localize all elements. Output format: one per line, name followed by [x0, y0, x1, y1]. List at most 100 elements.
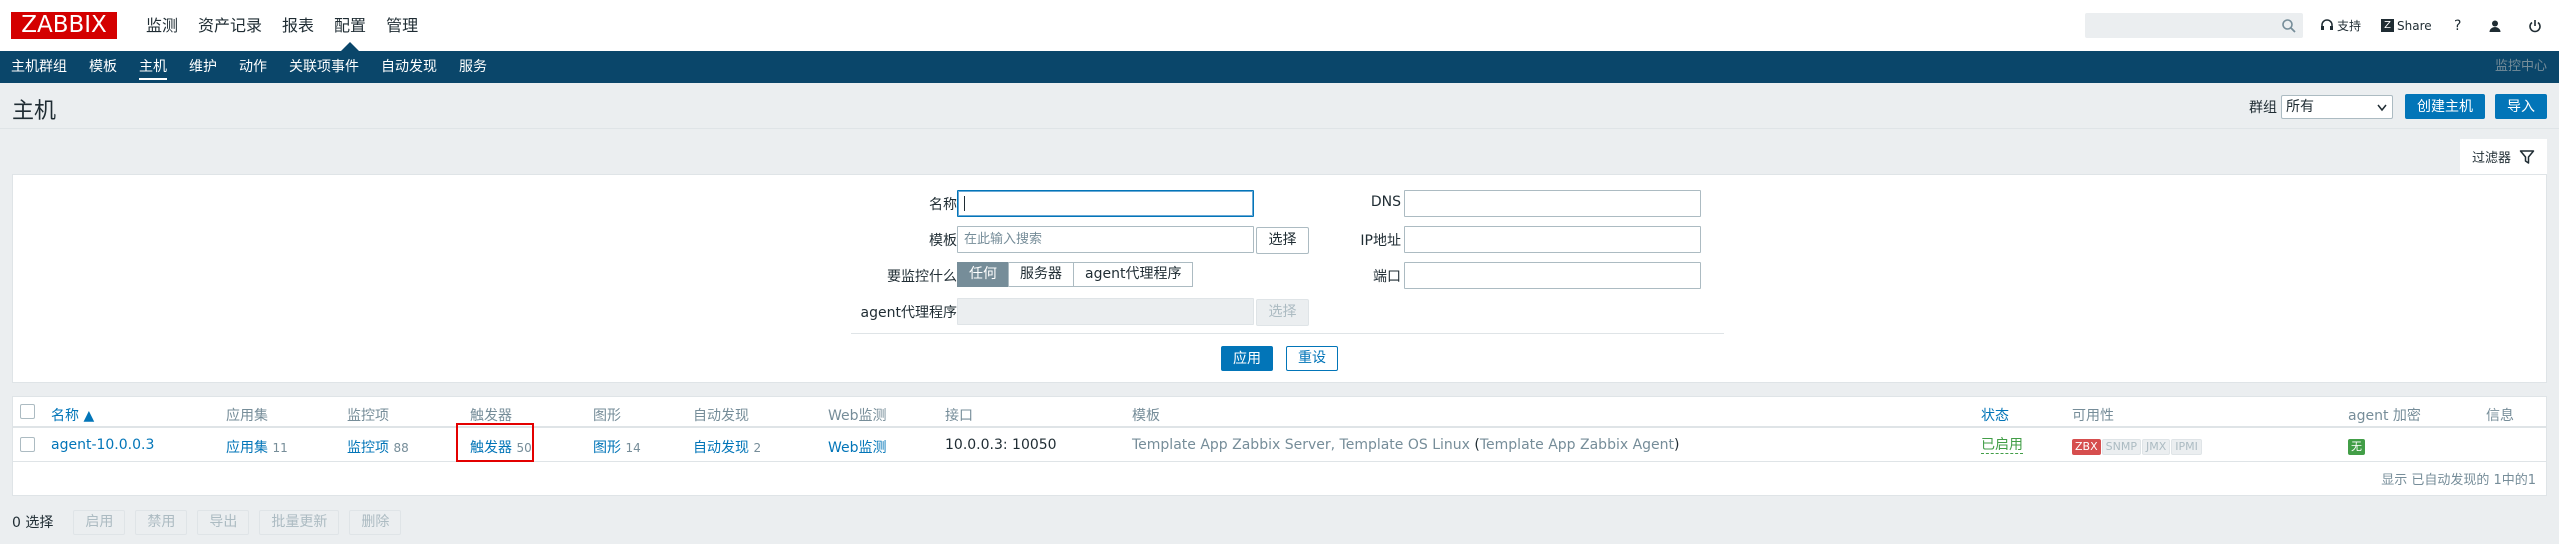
host-name[interactable]: agent-10.0.0.3 [51, 437, 154, 453]
share-label: Share [2397, 18, 2432, 33]
discovery-count: 2 [753, 441, 762, 455]
group-select[interactable]: 所有 [2281, 94, 2393, 119]
select-all-checkbox[interactable] [20, 404, 35, 419]
sub-menu-hosts[interactable]: 主机 [128, 51, 178, 83]
availability-zbx-badge: ZBX [2072, 439, 2101, 455]
templates-cell: Template App Zabbix Server, Template OS … [1132, 437, 1679, 453]
filter-divider [851, 333, 1724, 334]
filter-panel: 名称 模板 在此输入搜索 选择 要监控什么 任何 服务器 agent代理程序 a… [12, 174, 2547, 383]
support-link[interactable]: 支持 [2320, 0, 2361, 51]
column-header-status[interactable]: 状态 [1981, 405, 2009, 425]
import-button[interactable]: 导入 [2495, 94, 2547, 119]
user-profile-link[interactable] [2488, 0, 2502, 51]
triggers-highlight-box [456, 423, 534, 462]
template-paren-close: ) [1674, 437, 1680, 453]
create-host-button[interactable]: 创建主机 [2405, 94, 2485, 119]
filter-dns-input[interactable] [1404, 190, 1701, 217]
sub-menu-event-correlation[interactable]: 关联项事件 [278, 51, 370, 83]
main-menu-reports[interactable]: 报表 [272, 0, 324, 51]
proxy-select-button: 选择 [1256, 299, 1309, 326]
template-separator: , [1330, 437, 1336, 453]
mass-action-bar: 0 选择 启用 禁用 导出 批量更新 删除 [12, 508, 411, 536]
graphs-link[interactable]: 图形 [593, 440, 621, 456]
selected-count: 0 选择 [12, 515, 54, 531]
filter-reset-button[interactable]: 重设 [1286, 346, 1338, 371]
search-icon[interactable] [2280, 17, 2298, 35]
help-link[interactable]: ? [2454, 0, 2461, 51]
hosts-table: 名称 ▲ 应用集 监控项 触发器 图形 自动发现 Web监测 接口 模板 状态 … [12, 396, 2547, 496]
sub-menu-bar: 主机群组 模板 主机 维护 动作 关联项事件 自动发现 服务 监控中心 [0, 51, 2559, 83]
monitored-by-server[interactable]: 服务器 [1008, 262, 1074, 287]
interface-cell: 10.0.0.3: 10050 [945, 437, 1057, 453]
support-label: 支持 [2337, 19, 2362, 33]
sub-menu-discovery[interactable]: 自动发现 [370, 51, 448, 83]
template-link-zabbix-agent[interactable]: Template App Zabbix Agent [1480, 437, 1674, 453]
filter-port-input[interactable] [1404, 262, 1701, 289]
filter-dns-label: DNS [1370, 194, 1401, 210]
sub-menu-actions[interactable]: 动作 [228, 51, 278, 83]
items-cell: 监控项 88 [347, 437, 409, 457]
filter-ip-label: IP地址 [1360, 233, 1401, 249]
filter-name-label: 名称 [929, 197, 957, 213]
discovery-link[interactable]: 自动发现 [693, 440, 749, 456]
monitored-by-proxy[interactable]: agent代理程序 [1073, 262, 1194, 287]
filter-template-placeholder: 在此输入搜索 [964, 232, 1043, 247]
global-search-input[interactable] [2085, 13, 2303, 38]
mass-update-button: 批量更新 [259, 509, 340, 535]
power-icon [2529, 19, 2541, 32]
column-header-availability: 可用性 [2072, 408, 2114, 424]
top-bar: ZABBIX 监测 资产记录 报表 配置 管理 支持 Z Share ? [0, 0, 2559, 51]
row-checkbox[interactable] [20, 437, 35, 452]
column-header-encryption: agent 加密 [2348, 408, 2421, 424]
monitored-by-any[interactable]: 任何 [957, 262, 1009, 287]
mass-disable-button: 禁用 [135, 509, 188, 535]
sub-menu-templates[interactable]: 模板 [78, 51, 128, 83]
column-header-info: 信息 [2486, 408, 2514, 424]
applications-cell: 应用集 11 [226, 437, 288, 457]
main-menu-inventory[interactable]: 资产记录 [188, 0, 272, 51]
sub-menu: 主机群组 模板 主机 维护 动作 关联项事件 自动发现 服务 [0, 51, 498, 83]
group-select-value: 所有 [2286, 98, 2314, 115]
template-select-button[interactable]: 选择 [1256, 227, 1309, 254]
page-title: 主机 [12, 99, 57, 124]
zabbix-logo[interactable]: ZABBIX [11, 12, 117, 39]
filter-apply-button[interactable]: 应用 [1221, 346, 1273, 371]
status-toggle[interactable]: 已启用 [1981, 437, 2023, 454]
template-link-os-linux[interactable]: Template OS Linux [1340, 437, 1470, 453]
server-name: 监控中心 [2494, 59, 2547, 74]
sign-out-link[interactable] [2528, 0, 2542, 51]
filter-tab[interactable]: 过滤器 [2460, 139, 2547, 174]
main-menu-monitoring[interactable]: 监测 [136, 0, 188, 51]
encryption-cell: 无 [2348, 438, 2366, 455]
main-menu-administration[interactable]: 管理 [376, 0, 428, 51]
graphs-cell: 图形 14 [593, 437, 641, 457]
column-header-name[interactable]: 名称 ▲ [51, 405, 94, 425]
chevron-down-icon [2377, 104, 2387, 111]
filter-proxy-label: agent代理程序 [860, 305, 957, 321]
main-menu-configuration[interactable]: 配置 [324, 0, 376, 51]
graphs-count: 14 [625, 441, 641, 455]
discovery-cell: 自动发现 2 [693, 437, 761, 457]
items-link[interactable]: 监控项 [347, 440, 389, 456]
sub-menu-host-groups[interactable]: 主机群组 [0, 51, 78, 83]
main-menu: 监测 资产记录 报表 配置 管理 [136, 0, 428, 51]
header-divider [13, 426, 2546, 428]
share-link[interactable]: Z Share [2381, 0, 2432, 51]
filter-proxy-input [957, 298, 1254, 325]
availability-cell: ZBX SNMP JMX IPMI [2072, 438, 2203, 455]
filter-name-input[interactable] [957, 190, 1254, 217]
sub-menu-maintenance[interactable]: 维护 [178, 51, 228, 83]
mass-enable-button: 启用 [73, 509, 126, 535]
column-header-discovery: 自动发现 [693, 408, 749, 424]
availability-ipmi-badge: IPMI [2171, 439, 2202, 455]
template-link-zabbix-server[interactable]: Template App Zabbix Server [1132, 437, 1331, 453]
filter-template-input[interactable]: 在此输入搜索 [957, 226, 1254, 253]
applications-link[interactable]: 应用集 [226, 440, 268, 456]
host-name-link[interactable]: agent-10.0.0.3 [51, 437, 154, 453]
monitored-by-radio-group: 任何 服务器 agent代理程序 [957, 262, 1194, 287]
filter-ip-input[interactable] [1404, 226, 1701, 253]
filter-monitored-by-label: 要监控什么 [887, 269, 957, 285]
filter-template-label: 模板 [929, 233, 957, 249]
sub-menu-services[interactable]: 服务 [448, 51, 498, 83]
web-link[interactable]: Web监测 [828, 440, 887, 456]
